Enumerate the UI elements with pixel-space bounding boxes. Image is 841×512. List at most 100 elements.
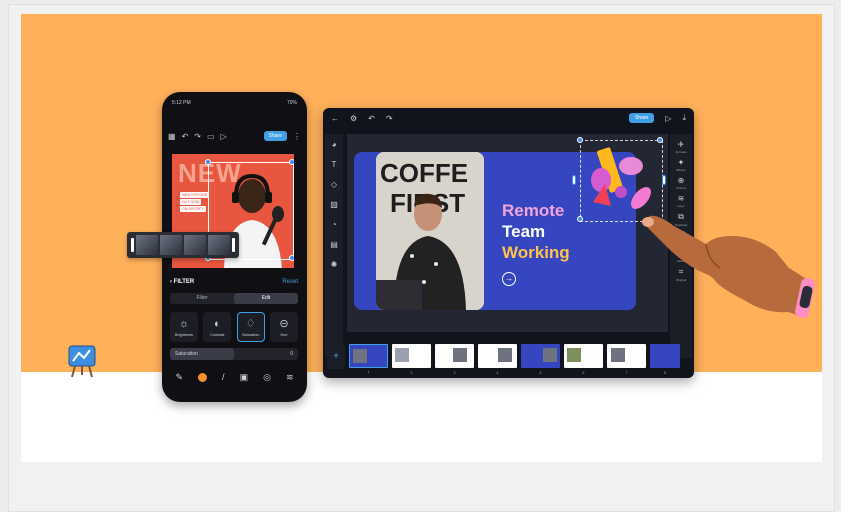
chart-icon[interactable]: ◔ — [332, 220, 337, 229]
frame-thumbnail — [208, 235, 230, 255]
thumb-image — [543, 348, 557, 362]
slide-thumbnail[interactable]: 6 — [564, 344, 603, 375]
undo-icon[interactable]: ↶ — [368, 114, 375, 123]
resize-handle[interactable] — [289, 255, 294, 261]
thumb-image — [453, 348, 467, 362]
play-icon[interactable]: ▷ — [221, 132, 227, 141]
side-handle[interactable] — [662, 175, 666, 185]
filter-title: FILTER — [173, 279, 195, 285]
frame-thumbnail — [184, 235, 206, 255]
resize-handle[interactable] — [289, 159, 294, 165]
man-with-laptop-image: COFFE FIRST — [376, 152, 484, 310]
saturation-slider[interactable]: Saturation 0 — [170, 348, 298, 360]
thumb-image — [498, 348, 512, 362]
thumb-image — [611, 348, 625, 362]
video-trim-strip[interactable] — [127, 232, 239, 258]
phone-share-button[interactable]: Share — [263, 131, 287, 141]
undo-icon[interactable]: ↶ — [182, 132, 189, 141]
animate-tool[interactable]: ✈ Animate — [675, 140, 686, 154]
slide-thumbnail[interactable]: 4 — [478, 344, 517, 375]
title-line-2: Team — [502, 222, 546, 241]
slide-thumbnail[interactable]: 2 — [392, 344, 431, 375]
status-battery: 70% — [286, 100, 297, 106]
tool-label: Contrast — [210, 333, 225, 337]
arrow-right-icon: → — [502, 272, 516, 286]
drop-icon: ♢ — [245, 318, 256, 330]
play-icon[interactable]: ▷ — [665, 114, 671, 123]
canvas-tag: ON SPOTIFY — [180, 206, 206, 212]
text-icon[interactable]: T — [332, 160, 337, 169]
resize-handle[interactable] — [205, 159, 211, 165]
side-handle[interactable] — [572, 175, 576, 185]
tool-label: Animate — [675, 150, 687, 154]
back-arrow-icon[interactable]: ← — [331, 114, 339, 123]
brightness-tool[interactable]: ☼ Brightness — [170, 312, 198, 342]
contrast-tool[interactable]: ◐ Contrast — [203, 312, 232, 342]
layers-icon[interactable]: ≋ — [286, 372, 294, 383]
thumb-number: 7 — [625, 371, 628, 375]
slide-thumbnail[interactable]: 5 — [521, 344, 560, 375]
add-slide-button[interactable]: + — [327, 343, 345, 369]
resize-handle[interactable] — [657, 137, 663, 143]
resize-handle[interactable] — [577, 137, 583, 143]
slider-value: 0 — [290, 351, 293, 357]
rocket-icon: ✈ — [677, 140, 685, 149]
color-swatch[interactable] — [198, 372, 208, 382]
more-icon[interactable]: ⋮ — [293, 132, 301, 141]
sun-icon: ☼ — [178, 318, 190, 330]
hero-banner: 5:12 PM 70% ▦ ↶ ↷ ▭ ▷ Share ⋮ NEW NEW EP… — [21, 14, 822, 462]
image-edit-icon[interactable]: ▣ — [240, 372, 249, 383]
saturation-tool[interactable]: ♢ Saturation — [236, 312, 265, 342]
effects-icon: ✦ — [677, 158, 685, 167]
canvas-tag: OUT NOW — [180, 199, 202, 205]
brush-icon[interactable]: ✎ — [176, 372, 184, 383]
hue-tool[interactable]: ⊝ Hue — [269, 312, 298, 342]
svg-text:COFFE: COFFE — [380, 158, 468, 188]
resize-handle[interactable] — [577, 216, 583, 222]
thumb-number: 2 — [410, 371, 413, 375]
redo-icon[interactable]: ↷ — [386, 114, 393, 123]
actions-tool[interactable]: ⊕ Actions — [676, 176, 686, 190]
actions-icon: ⊕ — [677, 176, 685, 185]
slide-thumbnail[interactable]: 1 — [349, 344, 388, 374]
tool-label: Saturation — [242, 333, 260, 337]
tool-label: Effects — [676, 168, 686, 172]
adjust-icon[interactable]: ◎ — [263, 372, 271, 383]
adjust-tools: ☼ Brightness ◐ Contrast ♢ Saturation ⊝ H… — [170, 312, 298, 342]
tab-filter[interactable]: Filter — [170, 293, 234, 304]
image-icon[interactable]: ▨ — [330, 200, 338, 209]
thumb-image — [395, 348, 409, 362]
hue-icon: ⊝ — [279, 318, 289, 330]
tool-label: Hue — [280, 333, 288, 337]
download-icon[interactable]: ⤓ — [682, 113, 686, 123]
canvas-tag: NEW EPISODE — [180, 192, 210, 198]
trim-handle-left[interactable] — [131, 238, 134, 252]
color-wheel-icon[interactable]: ◕ — [332, 140, 337, 149]
effects-tool[interactable]: ✦ Effects — [676, 158, 685, 172]
filter-tabs: Filter Edit — [170, 293, 298, 304]
comment-icon[interactable]: ▭ — [207, 132, 215, 141]
upload-icon[interactable]: ▤ — [330, 240, 338, 249]
thumb-number: 5 — [539, 371, 542, 375]
tool-label: Actions — [676, 186, 686, 190]
frame-thumbnail — [136, 235, 158, 255]
contrast-icon: ◐ — [214, 318, 221, 330]
thumb-number: 3 — [453, 371, 456, 375]
palette-icon[interactable]: ✺ — [331, 260, 338, 269]
frame-thumbnail — [160, 235, 182, 255]
redo-icon[interactable]: ↷ — [194, 132, 201, 141]
trim-handle-right[interactable] — [232, 238, 235, 252]
slider-label: Saturation — [175, 351, 198, 357]
tab-edit[interactable]: Edit — [234, 293, 298, 304]
thumb-image — [567, 348, 581, 362]
filter-reset-button[interactable]: Reset — [282, 279, 298, 285]
tool-label: Brightness — [175, 333, 193, 337]
shapes-icon[interactable]: ◇ — [331, 180, 337, 189]
settings-icon[interactable]: ⚙ — [350, 114, 357, 123]
pen-icon[interactable]: / — [222, 372, 225, 382]
thumb-number: 1 — [367, 370, 370, 374]
tablet-share-button[interactable]: Share — [628, 113, 655, 123]
grid-icon[interactable]: ▦ — [168, 132, 176, 141]
slide-thumbnail[interactable]: 3 — [435, 344, 474, 375]
thumb-number: 4 — [496, 371, 499, 375]
